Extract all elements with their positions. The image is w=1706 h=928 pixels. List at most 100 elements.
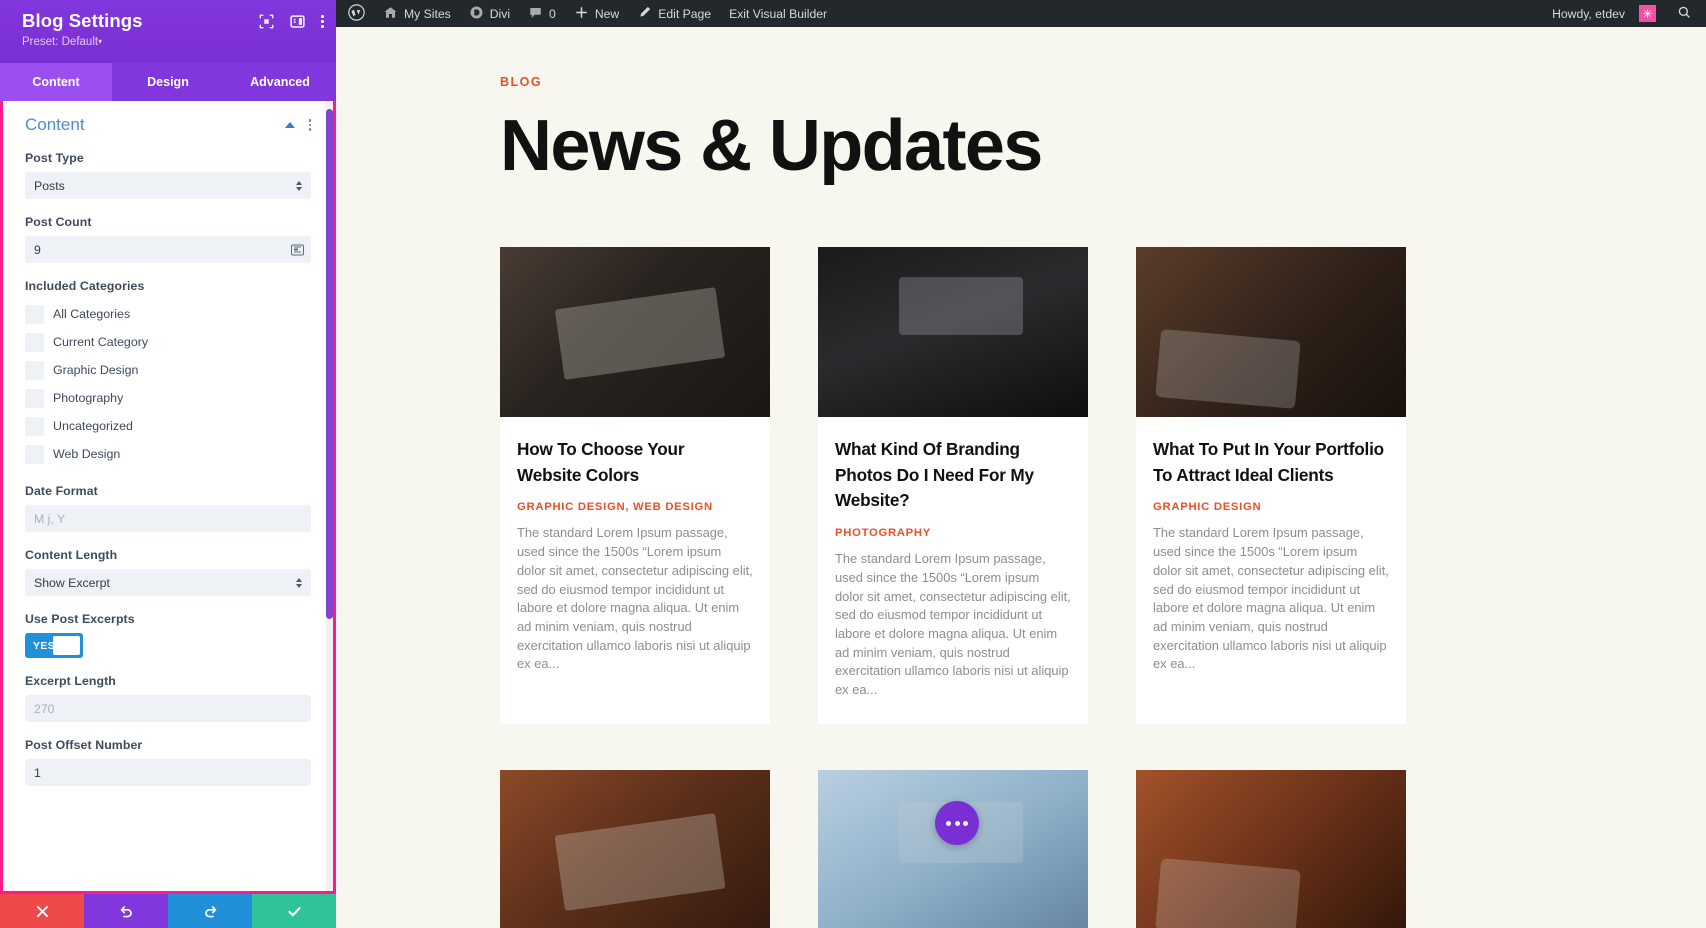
blog-post-card[interactable]: What To Put In Your Portfolio To Attract… <box>1136 246 1406 724</box>
adminbar-search-button[interactable] <box>1665 5 1706 23</box>
visual-builder-preview: BLOG News & Updates How To Choose Your W… <box>336 27 1706 928</box>
thumbnail-overlay <box>1154 857 1301 928</box>
date-format-input[interactable]: M j, Y <box>25 505 311 532</box>
post-thumbnail <box>500 769 770 928</box>
comment-count: 0 <box>549 6 556 21</box>
section-more-options-icon[interactable] <box>308 119 311 131</box>
blog-post-card[interactable]: What Kind Of Branding Photos Do I Need F… <box>818 246 1088 724</box>
undo-icon <box>119 905 132 917</box>
pencil-icon <box>637 5 652 23</box>
checkmark-icon <box>287 906 301 916</box>
adminbar-item-my-sites[interactable]: My Sites <box>374 0 460 27</box>
chevron-up-icon[interactable] <box>284 121 295 128</box>
divi-icon <box>469 5 484 23</box>
adminbar-item-comments[interactable]: 0 <box>519 0 565 27</box>
blog-post-card[interactable]: How To Choose Your Website Colors GRAPHI… <box>500 246 770 724</box>
chevron-down-icon: ▾ <box>98 37 103 46</box>
post-type-value: Posts <box>34 178 65 193</box>
panel-preset[interactable]: Preset: Default▾ <box>22 35 320 50</box>
checkbox-icon[interactable] <box>25 304 44 324</box>
checkbox-icon[interactable] <box>25 444 44 464</box>
adminbar-label: Divi <box>489 6 511 21</box>
tab-design[interactable]: Design <box>112 63 224 101</box>
adminbar-label: My Sites <box>404 6 451 21</box>
post-title[interactable]: How To Choose Your Website Colors <box>517 437 753 489</box>
post-title[interactable]: What To Put In Your Portfolio To Attract… <box>1153 437 1389 489</box>
post-count-input[interactable]: 9 <box>25 236 311 263</box>
add-module-button[interactable] <box>935 801 979 845</box>
post-thumbnail <box>818 246 1088 417</box>
panel-scroll-area: Content Post Type Posts Post Count 9 Inc… <box>3 101 333 891</box>
adminbar-item-exit-visual-builder[interactable]: Exit Visual Builder <box>720 0 836 27</box>
checkbox-icon[interactable] <box>25 360 44 380</box>
category-checkbox-row[interactable]: Graphic Design <box>25 356 311 384</box>
undo-button[interactable] <box>84 894 168 928</box>
post-excerpt: The standard Lorem Ipsum passage, used s… <box>835 551 1071 698</box>
page-eyebrow: BLOG <box>500 75 543 89</box>
checkbox-icon[interactable] <box>25 332 44 352</box>
section-title: Content <box>25 115 85 134</box>
category-label: All Categories <box>53 307 131 321</box>
wordpress-logo-icon <box>348 3 365 24</box>
adminbar-howdy[interactable]: Howdy, etdev ✳ <box>1540 0 1665 27</box>
redo-button[interactable] <box>168 894 252 928</box>
content-length-select[interactable]: Show Excerpt <box>25 569 311 596</box>
panel-layout-icon[interactable] <box>290 14 306 29</box>
adminbar-item-new[interactable]: New <box>565 0 628 27</box>
cancel-button[interactable] <box>0 894 84 928</box>
post-categories[interactable]: PHOTOGRAPHY <box>835 527 1071 539</box>
adminbar-item-wordpress[interactable] <box>336 0 374 27</box>
adminbar-label: Exit Visual Builder <box>729 6 828 21</box>
save-button[interactable] <box>252 894 336 928</box>
use-post-excerpts-toggle[interactable]: YES <box>25 633 83 658</box>
range-slider-icon[interactable] <box>291 244 304 255</box>
page-inner: BLOG News & Updates How To Choose Your W… <box>336 27 1706 928</box>
focus-target-icon[interactable] <box>259 14 274 29</box>
tab-content[interactable]: Content <box>0 63 112 101</box>
post-excerpt: The standard Lorem Ipsum passage, used s… <box>1153 525 1389 672</box>
category-checkbox-row[interactable]: All Categories <box>25 300 311 328</box>
adminbar-item-divi[interactable]: Divi <box>460 0 519 27</box>
field-date-format: Date Format M j, Y <box>25 484 311 532</box>
panel-preset-label: Preset: Default <box>22 36 99 48</box>
field-content-length: Content Length Show Excerpt <box>25 548 311 596</box>
excerpt-length-input[interactable]: 270 <box>25 695 311 722</box>
checkbox-icon[interactable] <box>25 388 44 408</box>
panel-scrollbar-thumb[interactable] <box>326 109 333 619</box>
post-title[interactable]: What Kind Of Branding Photos Do I Need F… <box>835 437 1071 514</box>
field-label: Excerpt Length <box>25 674 116 688</box>
thumbnail-overlay <box>1154 329 1301 410</box>
field-label: Use Post Excerpts <box>25 612 135 626</box>
blog-post-card[interactable] <box>1136 769 1406 928</box>
wp-admin-bar: My Sites Divi 0 New Edit Page Exit Visua… <box>336 0 1706 27</box>
more-options-icon <box>954 820 960 826</box>
panel-header-icons <box>259 14 324 29</box>
post-offset-value: 1 <box>34 765 41 780</box>
category-checkbox-row[interactable]: Uncategorized <box>25 412 311 440</box>
post-count-value: 9 <box>34 242 41 257</box>
adminbar-label: New <box>594 6 620 21</box>
category-checkbox-row[interactable]: Photography <box>25 384 311 412</box>
adminbar-item-edit-page[interactable]: Edit Page <box>628 0 720 27</box>
blog-post-card[interactable] <box>818 769 1088 928</box>
category-checkbox-row[interactable]: Current Category <box>25 328 311 356</box>
category-label: Graphic Design <box>53 363 139 377</box>
checkbox-icon[interactable] <box>25 416 44 436</box>
page-title: News & Updates <box>500 106 1043 186</box>
post-type-select[interactable]: Posts <box>25 172 311 199</box>
field-use-post-excerpts: Use Post Excerpts YES <box>25 612 311 658</box>
category-label: Web Design <box>53 447 121 461</box>
content-section-header: Content <box>25 115 311 135</box>
close-icon <box>36 905 48 917</box>
post-offset-input[interactable]: 1 <box>25 759 311 786</box>
blog-post-card[interactable] <box>500 769 770 928</box>
tab-advanced[interactable]: Advanced <box>224 63 336 101</box>
panel-footer <box>0 894 336 928</box>
field-label: Content Length <box>25 548 118 562</box>
post-categories[interactable]: GRAPHIC DESIGN <box>1153 501 1389 513</box>
category-label: Photography <box>53 391 124 405</box>
post-categories[interactable]: GRAPHIC DESIGN, WEB DESIGN <box>517 501 753 513</box>
category-checkbox-row[interactable]: Web Design <box>25 440 311 468</box>
panel-more-options-icon[interactable] <box>321 15 324 28</box>
toggle-knob <box>53 636 80 655</box>
